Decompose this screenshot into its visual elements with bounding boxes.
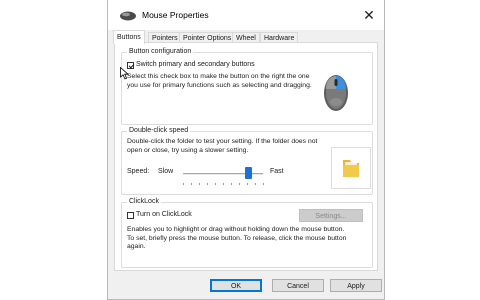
double-click-description: Double-click the folder to test your set… xyxy=(127,138,318,154)
slider-tick xyxy=(183,183,184,185)
double-click-speed-slider-thumb[interactable] xyxy=(245,167,253,179)
mouse-icon xyxy=(324,75,348,111)
slider-tick xyxy=(191,183,192,185)
folder-icon[interactable] xyxy=(341,157,361,179)
slider-tick xyxy=(255,183,256,185)
clicklock-label[interactable]: Turn on ClickLock xyxy=(136,211,192,218)
fast-label: Fast xyxy=(270,168,284,175)
slider-tick xyxy=(263,183,264,185)
ok-button[interactable]: OK xyxy=(210,279,262,292)
slider-tick xyxy=(239,183,240,185)
cancel-button[interactable]: Cancel xyxy=(272,279,324,292)
window-title: Mouse Properties xyxy=(142,10,209,20)
folder-test-area[interactable] xyxy=(331,147,371,189)
slider-tick xyxy=(199,183,200,185)
mouse-pointer-icon xyxy=(120,67,129,80)
slow-label: Slow xyxy=(158,168,174,175)
clicklock-settings-button[interactable]: Settings... xyxy=(299,209,363,222)
tab-buttons[interactable]: Buttons xyxy=(113,30,145,44)
mouse-properties-dialog: Mouse Properties ✕ Buttons Pointers Poin… xyxy=(107,0,385,300)
clicklock-description: Enables you to highlight or drag without… xyxy=(127,226,347,250)
buttons-tab-panel: Button configuration Switch primary and … xyxy=(114,42,378,271)
apply-button[interactable]: Apply xyxy=(330,279,382,292)
switch-buttons-label[interactable]: Switch primary and secondary buttons xyxy=(136,61,255,68)
button-configuration-title: Button configuration xyxy=(127,48,194,55)
double-click-speed-title: Double-click speed xyxy=(127,127,191,134)
slider-tick xyxy=(207,183,208,185)
title-bar: Mouse Properties ✕ xyxy=(108,0,384,30)
speed-label: Speed: xyxy=(127,168,150,175)
clicklock-checkbox[interactable] xyxy=(127,212,134,219)
slider-tick xyxy=(223,183,224,185)
slider-tick xyxy=(215,183,216,185)
button-configuration-description: Select this check box to make the button… xyxy=(127,73,312,89)
mouse-app-icon xyxy=(120,11,136,21)
close-button[interactable]: ✕ xyxy=(354,0,384,30)
slider-tick xyxy=(231,183,232,185)
slider-tick xyxy=(247,183,248,185)
clicklock-title: ClickLock xyxy=(127,198,161,205)
